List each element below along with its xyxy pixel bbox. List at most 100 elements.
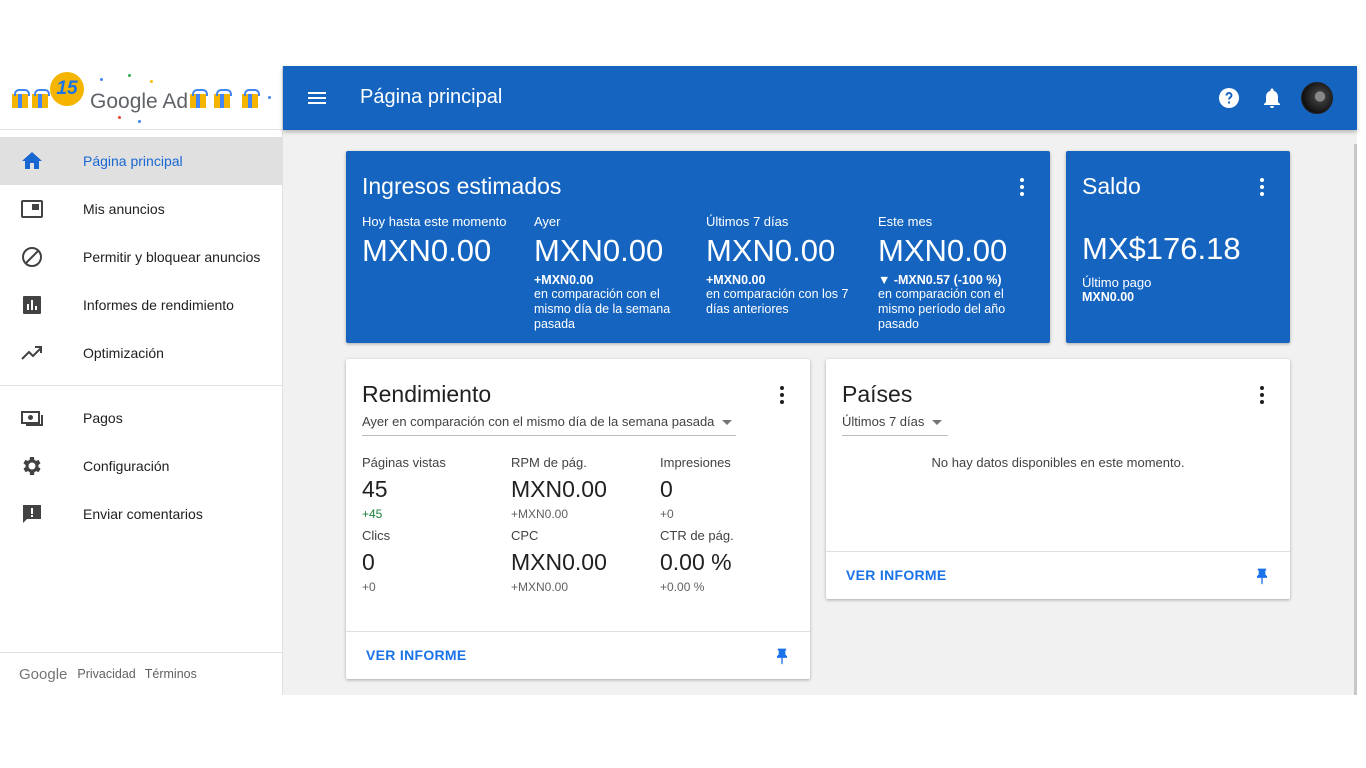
sidebar-item-settings[interactable]: Configuración: [0, 442, 282, 490]
card-footer: VER INFORME: [826, 551, 1290, 599]
confetti: [100, 78, 103, 81]
countries-title: Países: [842, 381, 913, 407]
confetti: [150, 80, 153, 83]
main-content: Página principal Ingresos estimados Hoy …: [283, 66, 1357, 695]
sidebar-item-payments[interactable]: Pagos: [0, 394, 282, 442]
stat-label: CPC: [511, 528, 539, 543]
metric-comparison: en comparación con el mismo período del …: [878, 287, 1006, 331]
confetti: [128, 74, 131, 77]
more-vert-icon[interactable]: [1010, 175, 1034, 199]
stat-value: 0: [362, 549, 375, 575]
sidebar-item-label: Pagos: [83, 410, 123, 426]
performance-range-select[interactable]: Ayer en comparación con el mismo día de …: [362, 414, 736, 436]
menu-icon[interactable]: [305, 86, 329, 110]
stat-delta: +0: [660, 507, 674, 521]
divider: [0, 385, 282, 386]
more-vert-icon[interactable]: [1250, 175, 1274, 199]
earnings-card: Ingresos estimados Hoy hasta este moment…: [346, 151, 1050, 343]
home-icon: [22, 152, 42, 169]
scrollbar[interactable]: [1354, 144, 1357, 695]
gift-icon: [214, 89, 232, 108]
metric-comparison: en comparación con el mismo día de la se…: [534, 287, 671, 331]
help-icon[interactable]: [1217, 86, 1241, 110]
balance-value: MX$176.18: [1082, 231, 1241, 266]
more-vert-icon[interactable]: [1250, 383, 1274, 407]
sidebar: 15 Google Ad Página principal Mis anunci…: [0, 66, 283, 695]
sidebar-item-home[interactable]: Página principal: [0, 137, 282, 185]
sidebar-item-allow-block[interactable]: Permitir y bloquear anuncios: [0, 233, 282, 281]
view-report-link[interactable]: VER INFORME: [366, 647, 467, 663]
balance-card: Saldo MX$176.18 Último pago MXN0.00: [1066, 151, 1290, 343]
chevron-down-icon: [722, 420, 733, 426]
gift-icon: [32, 89, 50, 108]
page-title: Página principal: [360, 86, 503, 108]
more-vert-icon[interactable]: [770, 383, 794, 407]
app-bar: Página principal: [283, 66, 1357, 130]
metric-delta: +MXN0.00: [706, 273, 766, 287]
card-footer: VER INFORME: [346, 631, 810, 679]
sidebar-item-label: Optimización: [83, 345, 164, 361]
sidebar-item-reports[interactable]: Informes de rendimiento: [0, 281, 282, 329]
last-payment-label: Último pago: [1082, 275, 1152, 290]
countries-range-select[interactable]: Últimos 7 días: [842, 414, 948, 436]
metric-value: MXN0.00: [362, 233, 492, 268]
terms-link[interactable]: Términos: [145, 667, 197, 681]
confetti: [268, 96, 271, 99]
google-wordmark: Google: [19, 665, 68, 683]
avatar[interactable]: [1301, 82, 1333, 114]
performance-card: Rendimiento Ayer en comparación con el m…: [346, 359, 810, 679]
sidebar-nav: Página principal Mis anuncios Permitir y…: [0, 130, 282, 538]
metric-comparison: en comparación con los 7 días anteriores: [706, 287, 849, 316]
stat-delta: +MXN0.00: [511, 580, 569, 594]
stat-delta: +0.00 %: [660, 580, 705, 594]
metric-last-7-days: Últimos 7 días MXN0.00 +MXN0.00 en compa…: [706, 214, 871, 317]
sidebar-item-label: Configuración: [83, 458, 170, 474]
stat-label: Impresiones: [660, 455, 731, 470]
metric-value: MXN0.00: [706, 233, 836, 268]
earnings-title: Ingresos estimados: [362, 173, 562, 199]
bell-icon[interactable]: [1260, 86, 1284, 110]
pin-icon[interactable]: [772, 646, 792, 668]
gift-icon: [12, 89, 30, 108]
stat-impressions: Impresiones 0 +0: [660, 455, 805, 521]
gift-icon: [190, 89, 208, 108]
feedback-icon: [23, 505, 41, 523]
adsense-logo[interactable]: 15 Google Ad: [0, 66, 282, 130]
metric-yesterday: Ayer MXN0.00 +MXN0.00 en comparación con…: [534, 214, 699, 332]
sidebar-item-label: Mis anuncios: [83, 201, 165, 217]
pin-icon[interactable]: [1252, 566, 1272, 588]
privacy-link[interactable]: Privacidad: [77, 667, 135, 681]
sidebar-item-my-ads[interactable]: Mis anuncios: [0, 185, 282, 233]
performance-title: Rendimiento: [362, 381, 492, 407]
gift-icon: [242, 89, 260, 108]
bar-chart-icon: [23, 296, 41, 314]
metric-this-month: Este mes MXN0.00 ▼ -MXN0.57 (-100 %) en …: [878, 214, 1028, 332]
confetti: [138, 120, 141, 123]
metric-label: Últimos 7 días: [706, 214, 789, 229]
metric-label: Ayer: [534, 214, 561, 229]
metric-delta: +MXN0.00: [534, 273, 594, 287]
sidebar-item-optimization[interactable]: Optimización: [0, 329, 282, 377]
stat-cpc: CPC MXN0.00 +MXN0.00: [511, 528, 656, 594]
trending-up-icon: [21, 346, 42, 360]
stat-delta: +MXN0.00: [511, 507, 569, 521]
metric-today: Hoy hasta este momento MXN0.00: [362, 214, 527, 269]
metric-label: Este mes: [878, 214, 933, 229]
stat-value: MXN0.00: [511, 549, 607, 575]
countries-card: Países Últimos 7 días No hay datos dispo…: [826, 359, 1290, 599]
sidebar-item-feedback[interactable]: Enviar comentarios: [0, 490, 282, 538]
metric-value: MXN0.00: [534, 233, 664, 268]
stat-delta: +45: [362, 507, 383, 521]
block-icon: [22, 247, 42, 267]
stat-label: Clics: [362, 528, 391, 543]
confetti: [118, 116, 121, 119]
empty-state-message: No hay datos disponibles en este momento…: [931, 455, 1185, 470]
last-payment-value: MXN0.00: [1082, 290, 1135, 304]
ad-unit-icon: [21, 200, 43, 218]
stat-page-views: Páginas vistas 45 +45: [362, 455, 507, 521]
stat-delta: +0: [362, 580, 376, 594]
stat-page-rpm: RPM de pág. MXN0.00 +MXN0.00: [511, 455, 656, 521]
view-report-link[interactable]: VER INFORME: [846, 567, 947, 583]
balance-title: Saldo: [1082, 173, 1141, 199]
money-icon: [21, 411, 43, 426]
